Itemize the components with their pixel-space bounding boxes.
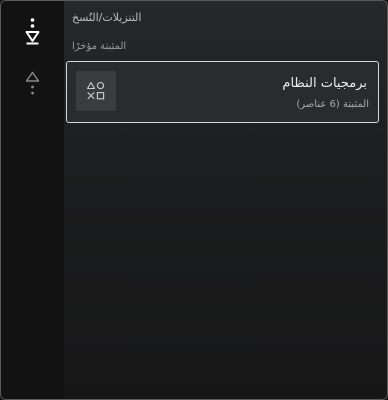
list-item-system-software[interactable]: برمجيات النظام المثبتة (6 عناصر) bbox=[66, 61, 379, 123]
item-subtitle: المثبتة (6 عناصر) bbox=[296, 99, 369, 110]
item-thumbnail bbox=[76, 71, 116, 111]
downloads-icon[interactable] bbox=[24, 17, 41, 45]
item-title: برمجيات النظام bbox=[282, 76, 367, 91]
app-frame: التنزيلات/النُسخ المثبتة مؤخرًا برمجيات … bbox=[0, 0, 388, 400]
breadcrumb: التنزيلات/النُسخ bbox=[72, 11, 142, 24]
section-title: المثبتة مؤخرًا bbox=[72, 41, 127, 52]
main-panel: التنزيلات/النُسخ المثبتة مؤخرًا برمجيات … bbox=[64, 1, 387, 399]
ps-shapes-icon bbox=[86, 81, 105, 100]
side-rail bbox=[1, 1, 64, 399]
playstation-triangle-icon[interactable] bbox=[25, 71, 40, 97]
